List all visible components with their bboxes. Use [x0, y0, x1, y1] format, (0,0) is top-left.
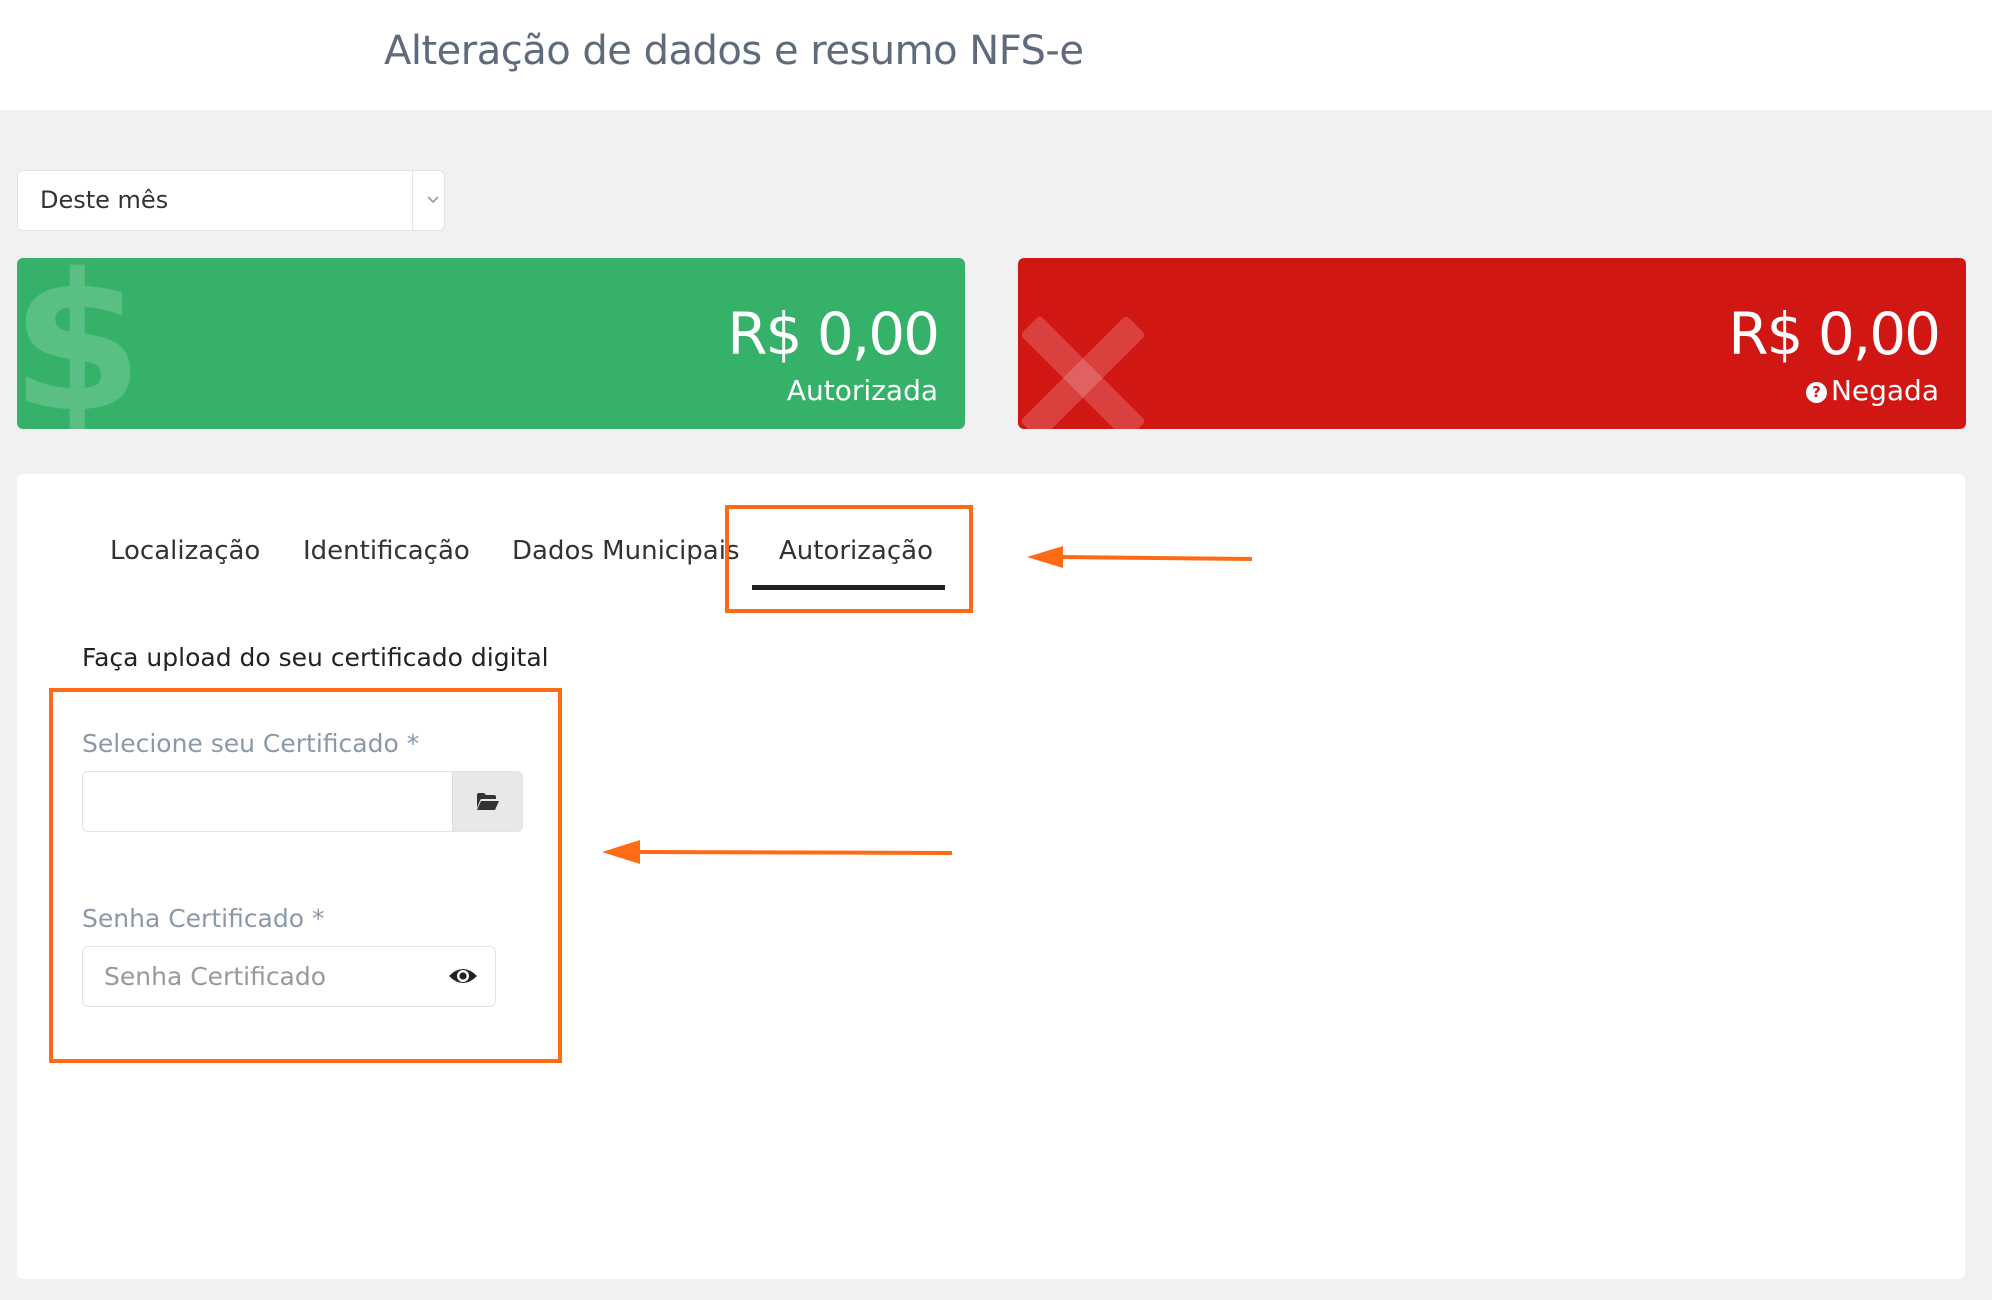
period-select-value: Deste mês	[40, 186, 169, 214]
denied-amount: R$ 0,00	[1728, 300, 1941, 368]
certificate-label: Selecione seu Certificado *	[82, 729, 420, 758]
page-title: Alteração de dados e resumo NFS-e	[384, 28, 1084, 74]
browse-button[interactable]	[452, 772, 522, 831]
arrow-left-icon	[602, 840, 953, 864]
authorized-label: Autorizada	[786, 374, 938, 407]
denied-card: R$ 0,00 ? Negada	[1018, 258, 1966, 429]
tab-dados-municipais[interactable]: Dados Municipais	[512, 536, 740, 566]
chevron-down-icon	[427, 196, 439, 204]
authorized-card: $ R$ 0,00 Autorizada	[17, 258, 965, 429]
denied-label: Negada	[1830, 374, 1939, 407]
password-field[interactable]	[82, 946, 496, 1007]
tab-highlight-box	[725, 505, 973, 613]
authorized-amount: R$ 0,00	[727, 300, 940, 368]
select-divider	[412, 171, 413, 230]
close-icon	[1018, 318, 1138, 429]
password-label: Senha Certificado *	[82, 904, 325, 933]
tab-localizacao[interactable]: Localização	[110, 536, 260, 566]
eye-icon[interactable]	[448, 966, 478, 986]
dollar-icon: $	[17, 258, 144, 429]
tab-identificacao[interactable]: Identificação	[303, 536, 470, 566]
form-heading: Faça upload do seu certificado digital	[82, 643, 549, 672]
certificate-file-input[interactable]	[82, 771, 523, 832]
help-icon[interactable]: ?	[1805, 382, 1827, 403]
top-bar: Alteração de dados e resumo NFS-e	[0, 0, 1992, 110]
denied-label-wrap: ? Negada	[1805, 374, 1939, 407]
arrow-left-icon	[1027, 546, 1253, 568]
folder-open-icon	[477, 793, 499, 810]
period-select[interactable]: Deste mês	[17, 170, 445, 231]
